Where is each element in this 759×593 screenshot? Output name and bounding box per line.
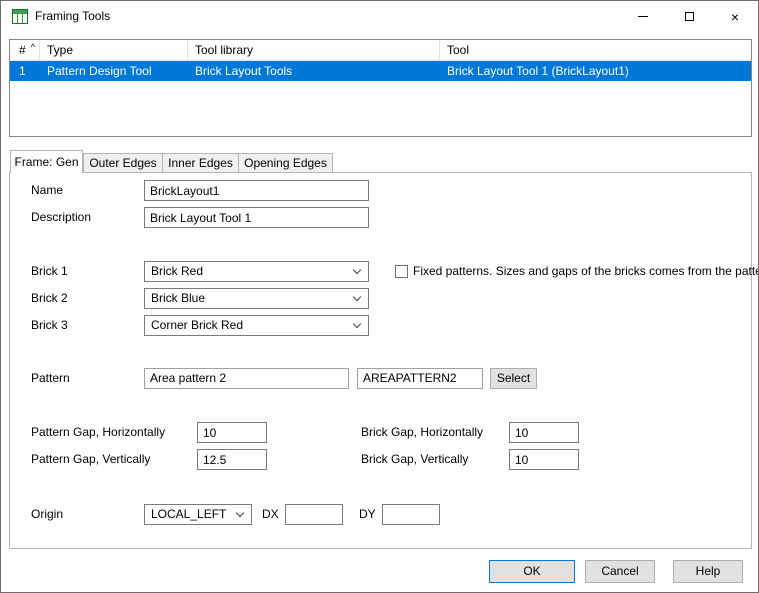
tab-inner-edges[interactable]: Inner Edges [162,153,239,172]
close-icon: × [731,10,739,24]
brick-gap-vertical-input[interactable] [509,449,579,470]
brick3-dropdown[interactable]: Corner Brick Red [144,315,369,336]
ok-button[interactable]: OK [489,560,575,583]
tool-list: #^ Type Tool library Tool 1 Pattern Desi… [9,39,752,137]
app-icon [12,9,28,24]
tool-list-header: #^ Type Tool library Tool [10,40,751,61]
fixed-patterns-label: Fixed patterns. Sizes and gaps of the br… [413,261,759,282]
chevron-down-icon [236,509,244,517]
brick-gap-horizontal-label: Brick Gap, Horizontally [361,422,483,443]
brick3-label: Brick 3 [31,315,68,336]
pattern-code-field: AREAPATTERN2 [357,368,483,389]
dx-label: DX [262,504,279,525]
tab-outer-edges[interactable]: Outer Edges [83,153,163,172]
brick2-value: Brick Blue [151,291,205,305]
cell-number: 1 [10,61,40,81]
minimize-button[interactable] [620,1,666,32]
dy-input[interactable] [382,504,440,525]
column-header-type[interactable]: Type [40,40,188,60]
chevron-down-icon [353,320,361,328]
cell-tool-library: Brick Layout Tools [188,61,440,81]
maximize-icon [685,12,694,21]
chevron-down-icon [353,266,361,274]
cancel-button[interactable]: Cancel [585,560,655,583]
brick-gap-horizontal-input[interactable] [509,422,579,443]
brick2-dropdown[interactable]: Brick Blue [144,288,369,309]
name-input[interactable] [144,180,369,201]
brick-gap-vertical-label: Brick Gap, Vertically [361,449,468,470]
pattern-name-field: Area pattern 2 [144,368,349,389]
description-label: Description [31,207,91,228]
pattern-label: Pattern [31,368,70,389]
pattern-gap-vertical-label: Pattern Gap, Vertically [31,449,150,470]
brick1-value: Brick Red [151,264,203,278]
brick2-label: Brick 2 [31,288,68,309]
brick1-dropdown[interactable]: Brick Red [144,261,369,282]
origin-dropdown[interactable]: LOCAL_LEFT [144,504,252,525]
column-header-number[interactable]: #^ [10,40,40,60]
select-button[interactable]: Select [490,368,537,389]
pattern-gap-vertical-input[interactable] [197,449,267,470]
minimize-icon [638,16,648,17]
cell-type: Pattern Design Tool [40,61,188,81]
maximize-button[interactable] [666,1,712,32]
help-button[interactable]: Help [673,560,743,583]
origin-label: Origin [31,504,63,525]
table-row[interactable]: 1 Pattern Design Tool Brick Layout Tools… [10,61,751,81]
framing-tools-dialog: Framing Tools × #^ Type Tool library Too… [0,0,759,593]
pattern-gap-horizontal-label: Pattern Gap, Horizontally [31,422,165,443]
title-bar: Framing Tools × [1,1,758,32]
dx-input[interactable] [285,504,343,525]
brick3-value: Corner Brick Red [151,318,243,332]
fixed-patterns-checkbox[interactable] [395,265,408,278]
cell-tool: Brick Layout Tool 1 (BrickLayout1) [440,61,751,81]
dy-label: DY [359,504,376,525]
brick1-label: Brick 1 [31,261,68,282]
column-header-tool-library[interactable]: Tool library [188,40,440,60]
sort-ascending-icon: ^ [31,42,35,52]
tab-opening-edges[interactable]: Opening Edges [238,153,333,172]
tab-frame-gen[interactable]: Frame: Gen [10,150,83,173]
name-label: Name [31,180,63,201]
origin-value: LOCAL_LEFT [151,507,226,521]
column-header-tool[interactable]: Tool [440,40,751,60]
chevron-down-icon [353,293,361,301]
window-title: Framing Tools [35,1,110,32]
description-input[interactable] [144,207,369,228]
frame-gen-panel [9,172,752,549]
close-button[interactable]: × [712,1,758,32]
pattern-gap-horizontal-input[interactable] [197,422,267,443]
